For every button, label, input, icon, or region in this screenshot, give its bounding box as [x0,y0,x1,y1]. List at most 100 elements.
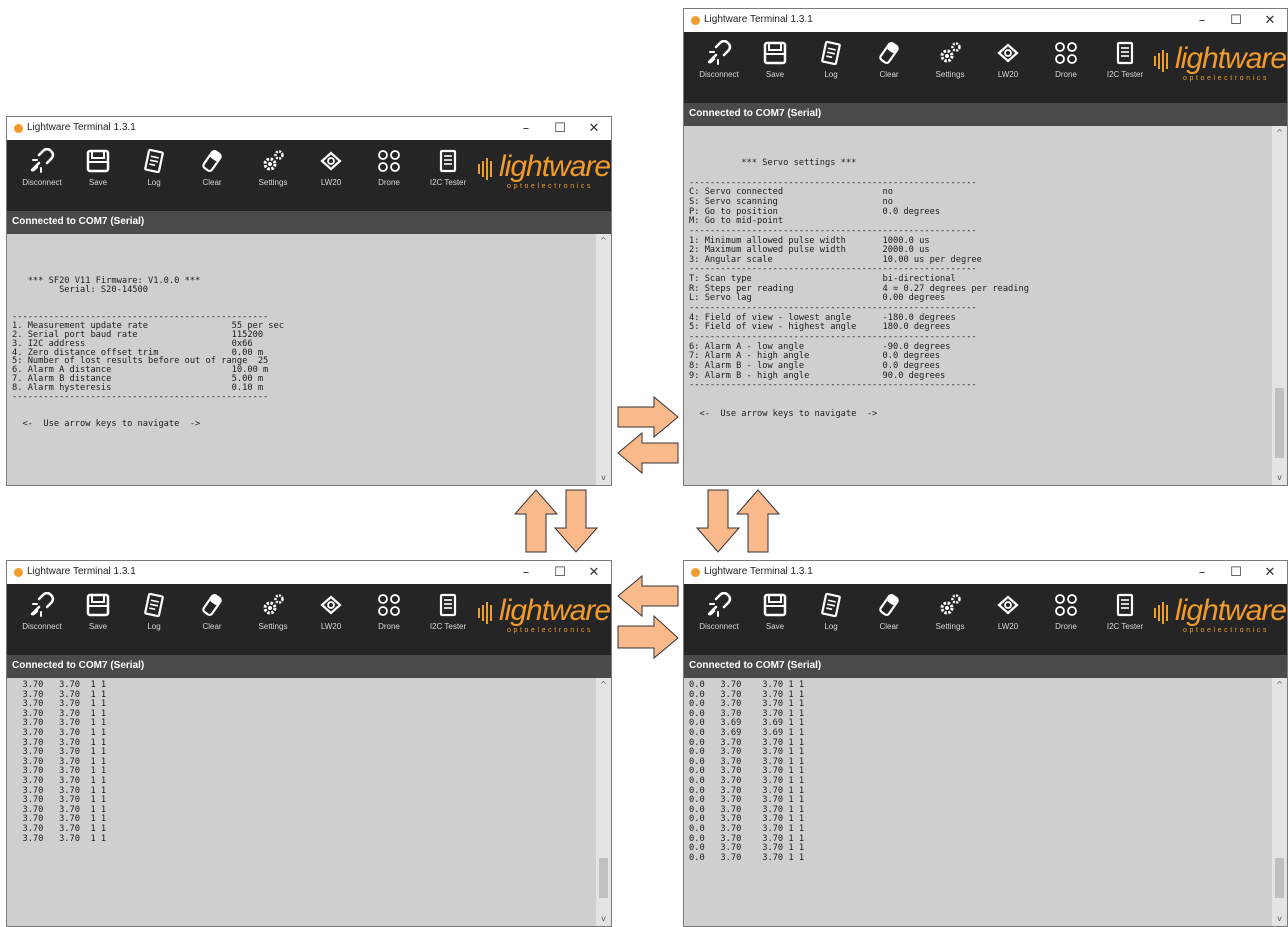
lightware-logo: lightware optoelectronics [477,594,611,644]
scroll-up-arrow[interactable]: ^ [1272,678,1287,692]
eraser-icon [879,42,899,64]
connection-status: Connected to COM7 (Serial) [12,660,145,671]
log-button[interactable]: Log [801,584,861,655]
maximize-button[interactable]: ☐ [1219,9,1253,32]
scroll-down-arrow[interactable]: v [596,912,611,926]
maximize-button[interactable]: ☐ [543,117,577,140]
vertical-scrollbar[interactable]: ^ v [1272,126,1287,485]
terminal-output[interactable]: 0.0 3.70 3.70 1 1 0.0 3.70 3.70 1 1 0.0 3.… [684,678,1272,926]
disconnect-button[interactable]: Disconnect [12,140,72,211]
lw20-button[interactable]: LW20 [978,584,1038,655]
terminal-line: P: Go to position 0.0 degrees [689,206,941,217]
maximize-button[interactable]: ☐ [1219,561,1253,584]
lightware-logo: lightware optoelectronics [477,150,611,200]
minimize-button[interactable]: – [1185,561,1219,584]
scroll-thumb[interactable] [599,858,608,898]
lw20-button[interactable]: LW20 [978,32,1038,103]
connection-status: Connected to COM7 (Serial) [689,108,822,119]
terminal-line: *** Servo settings *** [689,158,857,169]
log-label: Log [824,70,838,79]
drone-button[interactable]: Drone [359,584,419,655]
title-bar[interactable]: Lightware Terminal 1.3.1 – ☐ ✕ [7,117,611,140]
minimize-button[interactable]: – [509,561,543,584]
scroll-down-arrow[interactable]: v [1272,471,1287,485]
terminal-line: 3.70 3.70 1 1 [12,776,107,786]
settings-label: Settings [935,70,965,79]
save-button[interactable]: Save [745,584,805,655]
clear-button[interactable]: Clear [859,584,919,655]
disconnect-button[interactable]: Disconnect [12,584,72,655]
i2c-tester-button[interactable]: I2C Tester [1095,584,1155,655]
maximize-button[interactable]: ☐ [543,561,577,584]
scroll-up-arrow[interactable]: ^ [596,678,611,692]
terminal-line: M: Go to mid-point [689,216,784,227]
close-button[interactable]: ✕ [577,561,611,584]
settings-button[interactable]: Settings [243,584,303,655]
drone-button[interactable]: Drone [359,140,419,211]
app-icon [691,16,700,25]
settings-button[interactable]: Settings [920,584,980,655]
save-button[interactable]: Save [68,584,128,655]
lw20-button[interactable]: LW20 [301,584,361,655]
terminal-output[interactable]: *** SF20 V11 Firmware: V1.0.0 *** Serial… [7,234,596,485]
title-bar[interactable]: Lightware Terminal 1.3.1 – ☐ ✕ [684,9,1287,32]
terminal-line: L: Servo lag 0.00 degrees [689,293,946,304]
close-button[interactable]: ✕ [1253,9,1287,32]
log-button[interactable]: Log [124,584,184,655]
settings-button[interactable]: Settings [920,32,980,103]
save-button[interactable]: Save [745,32,805,103]
drone-button[interactable]: Drone [1036,584,1096,655]
vertical-scrollbar[interactable]: ^ v [596,234,611,485]
eraser-icon [202,150,222,172]
terminal-line: 0.0 3.70 3.70 1 1 [689,824,805,834]
terminal-line: ----------------------------------------… [689,177,977,188]
minimize-button[interactable]: – [1185,9,1219,32]
scroll-up-arrow[interactable]: ^ [1272,126,1287,140]
log-label: Log [147,622,161,631]
close-button[interactable]: ✕ [1253,561,1287,584]
settings-button[interactable]: Settings [243,140,303,211]
logo-bars-icon [1154,50,1168,72]
clear-button[interactable]: Clear [182,584,242,655]
notepad-icon [821,40,841,66]
vertical-scrollbar[interactable]: ^ v [1272,678,1287,926]
vertical-scrollbar[interactable]: ^ v [596,678,611,926]
logo-wordmark: lightware [499,594,611,627]
clear-button[interactable]: Clear [859,32,919,103]
document-icon [1116,41,1134,65]
disconnect-button[interactable]: Disconnect [689,584,749,655]
drone-button[interactable]: Drone [1036,32,1096,103]
scroll-thumb[interactable] [1275,388,1284,458]
lw20-button[interactable]: LW20 [301,140,361,211]
scroll-down-arrow[interactable]: v [1272,912,1287,926]
log-button[interactable]: Log [124,140,184,211]
i2c-tester-label: I2C Tester [429,178,467,187]
minimize-button[interactable]: – [509,117,543,140]
terminal-line: T: Scan type bi-directional [689,274,956,285]
terminal-line: 8: Alarm B - low angle 0.0 degrees [689,360,941,371]
drone-icon [378,594,400,616]
arrow-left-icon [617,574,679,660]
floppy-disk-icon [763,593,787,617]
document-icon [439,149,457,173]
clear-button[interactable]: Clear [182,140,242,211]
disconnect-button[interactable]: Disconnect [689,32,749,103]
connection-status-bar: Connected to COM7 (Serial) [684,655,1287,678]
terminal-output[interactable]: 3.70 3.70 1 1 3.70 3.70 1 1 3.70 3.70 1 … [7,678,596,926]
scroll-down-arrow[interactable]: v [596,471,611,485]
close-button[interactable]: ✕ [577,117,611,140]
log-button[interactable]: Log [801,32,861,103]
terminal-line: 3.70 3.70 1 1 [12,680,107,690]
terminal-line: 0.0 3.70 3.70 1 1 [689,795,805,806]
i2c-tester-button[interactable]: I2C Tester [418,140,478,211]
save-button[interactable]: Save [68,140,128,211]
i2c-tester-button[interactable]: I2C Tester [418,584,478,655]
scroll-up-arrow[interactable]: ^ [596,234,611,248]
terminal-output[interactable]: *** Servo settings *** ------------------… [684,126,1272,485]
logo-tagline: optoelectronics [507,183,594,190]
i2c-tester-button[interactable]: I2C Tester [1095,32,1155,103]
terminal-line: 0.0 3.70 3.70 1 1 [689,747,805,758]
title-bar[interactable]: Lightware Terminal 1.3.1 – ☐ ✕ [684,561,1287,584]
title-bar[interactable]: Lightware Terminal 1.3.1 – ☐ ✕ [7,561,611,584]
scroll-thumb[interactable] [1275,858,1284,898]
